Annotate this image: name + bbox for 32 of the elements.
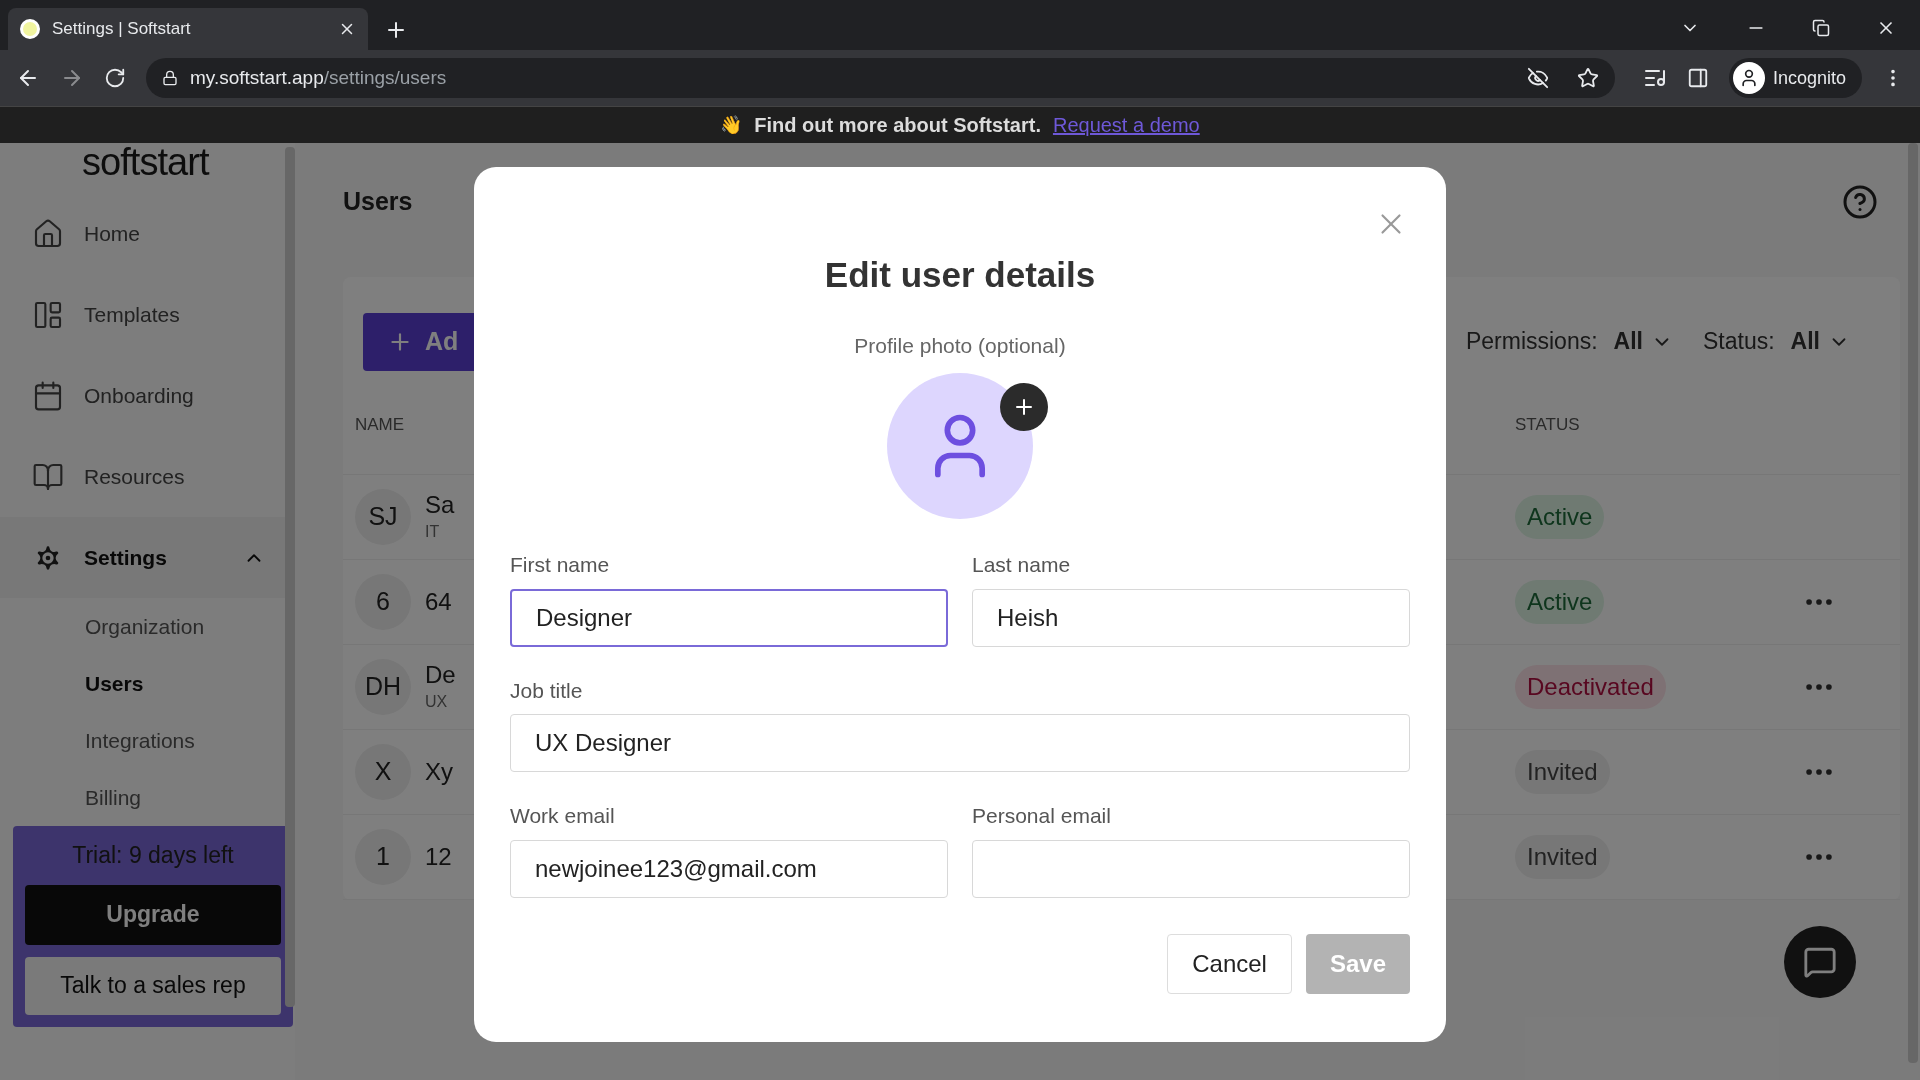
field-label: Work email <box>510 803 616 829</box>
column-header: STATUS <box>1515 414 1580 437</box>
user-name: 12 <box>425 841 452 872</box>
avatar-initials: X <box>355 743 411 800</box>
tab-title: Settings | Softstart <box>52 18 192 41</box>
user-name: 64 <box>425 586 452 617</box>
banner-text: Find out more about Softstart. <box>754 113 1041 138</box>
user-name: Xy <box>425 756 453 787</box>
avatar-initials: SJ <box>355 488 411 545</box>
photo-label: Profile photo (optional) <box>854 332 1066 359</box>
avatar-initials: 6 <box>355 573 411 630</box>
status-badge: Invited <box>1515 749 1610 794</box>
page-title: Users <box>343 186 413 217</box>
url-text: my.softstart.app/settings/users <box>190 65 448 90</box>
field-label: First name <box>510 552 611 578</box>
field-label: Last name <box>972 552 1072 578</box>
user-department: UX <box>425 691 448 712</box>
user-name: Sa <box>425 489 455 520</box>
avatar-initials: 1 <box>355 828 411 885</box>
status-badge: Invited <box>1515 834 1610 879</box>
status-badge: Active <box>1515 579 1605 624</box>
avatar-initials: DH <box>355 658 411 715</box>
field-label: Job title <box>510 677 584 704</box>
user-department: IT <box>425 521 440 542</box>
user-name: De <box>425 659 456 690</box>
column-header: NAME <box>355 414 406 437</box>
status-badge: Active <box>1515 494 1605 539</box>
status-badge: Deactivated <box>1515 664 1666 709</box>
modal-title: Edit user details <box>824 254 1096 296</box>
field-label: Personal email <box>972 803 1112 829</box>
wave-icon: 👋 <box>720 116 743 134</box>
trial-text: Trial: 9 days left <box>71 841 235 870</box>
